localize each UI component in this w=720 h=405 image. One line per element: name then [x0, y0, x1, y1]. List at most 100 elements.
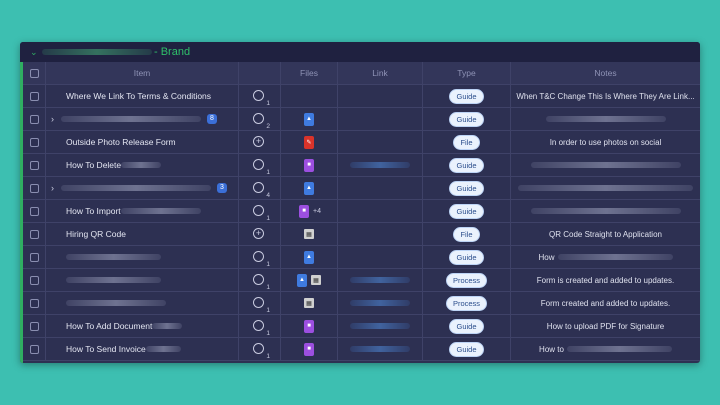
files-cell[interactable]: ▲ ▦ — [281, 269, 338, 291]
google-drive-file-icon[interactable]: ▲ — [304, 181, 314, 195]
row-checkbox[interactable] — [29, 252, 39, 262]
notes-cell[interactable] — [511, 200, 700, 222]
type-label[interactable]: Guide — [449, 341, 484, 357]
files-cell[interactable]: ▲ — [281, 177, 338, 199]
chevron-right-icon[interactable]: › — [51, 114, 61, 124]
item-cell[interactable]: How To Send Invoice — [46, 338, 239, 360]
notes-cell[interactable]: How — [511, 246, 700, 268]
item-cell[interactable]: Outside Photo Release Form — [46, 131, 239, 153]
files-cell[interactable] — [281, 85, 338, 107]
item-cell[interactable]: › 3 — [46, 177, 239, 199]
files-cell[interactable]: ■ +4 — [281, 200, 338, 222]
row-checkbox[interactable] — [29, 91, 39, 101]
link-cell[interactable] — [338, 246, 423, 268]
video-file-icon[interactable]: ■ — [304, 342, 314, 356]
group-header[interactable]: ⌄ - Brand — [20, 42, 700, 62]
files-cell[interactable]: ■ — [281, 154, 338, 176]
notes-cell[interactable]: Form is created and added to updates. — [511, 269, 700, 291]
link-cell[interactable] — [338, 315, 423, 337]
notes-cell[interactable]: Form created and added to updates. — [511, 292, 700, 314]
notes-cell[interactable] — [511, 108, 700, 130]
table-row[interactable]: How To Add Document 1 ■ Guide How to upload … — [23, 315, 700, 338]
files-cell[interactable]: ■ — [281, 315, 338, 337]
files-cell[interactable]: ✎ — [281, 131, 338, 153]
updates-icon[interactable]: 1 — [253, 158, 270, 176]
type-label[interactable]: Process — [445, 272, 488, 288]
link-cell[interactable] — [338, 269, 423, 291]
qr-code-file-icon[interactable]: ▦ — [304, 229, 314, 239]
link-cell[interactable] — [338, 177, 423, 199]
add-update-icon[interactable]: + — [253, 227, 266, 241]
type-label[interactable]: Guide — [449, 249, 484, 265]
type-label[interactable]: File — [453, 134, 480, 150]
updates-icon[interactable]: 1 — [253, 89, 270, 107]
row-checkbox[interactable] — [29, 137, 39, 147]
google-drive-file-icon[interactable]: ▲ — [304, 112, 314, 126]
link-cell[interactable] — [338, 223, 423, 245]
redacted-link[interactable] — [350, 346, 410, 352]
column-header-type[interactable]: Type — [423, 62, 511, 84]
row-checkbox[interactable] — [29, 114, 39, 124]
more-files-count[interactable]: +4 — [313, 208, 321, 215]
item-cell[interactable]: Hiring QR Code — [46, 223, 239, 245]
files-cell[interactable]: ▦ — [281, 223, 338, 245]
type-label[interactable]: File — [453, 226, 480, 242]
updates-icon[interactable]: 1 — [253, 204, 270, 222]
table-row[interactable]: › 3 4 ▲ Guide — [23, 177, 700, 200]
updates-icon[interactable]: 1 — [253, 319, 270, 337]
type-label[interactable]: Guide — [449, 157, 484, 173]
type-label[interactable]: Guide — [449, 111, 484, 127]
table-row[interactable]: 1 ▲ ▦ Process Form is created and added to u… — [23, 269, 700, 292]
notes-cell[interactable]: In order to use photos on social — [511, 131, 700, 153]
row-checkbox[interactable] — [29, 344, 39, 354]
row-checkbox[interactable] — [29, 275, 39, 285]
video-file-icon[interactable]: ■ — [304, 319, 314, 333]
row-checkbox[interactable] — [29, 183, 39, 193]
pdf-file-icon[interactable]: ✎ — [304, 135, 314, 149]
files-cell[interactable]: ▲ — [281, 246, 338, 268]
video-file-icon[interactable]: ■ — [304, 158, 314, 172]
table-row[interactable]: 1 ▲ Guide How — [23, 246, 700, 269]
row-checkbox[interactable] — [29, 298, 39, 308]
link-cell[interactable] — [338, 85, 423, 107]
google-drive-file-icon[interactable]: ▲ — [297, 273, 307, 287]
updates-icon[interactable]: 1 — [253, 342, 270, 360]
type-label[interactable]: Process — [445, 295, 488, 311]
files-cell[interactable]: ■ — [281, 338, 338, 360]
qr-code-file-icon[interactable]: ▦ — [311, 275, 321, 285]
chevron-right-icon[interactable]: › — [51, 183, 61, 193]
select-all-checkbox[interactable] — [29, 68, 39, 78]
add-update-icon[interactable]: + — [253, 135, 266, 149]
updates-icon[interactable]: 4 — [253, 181, 270, 199]
table-row[interactable]: Outside Photo Release Form + ✎ File In order… — [23, 131, 700, 154]
item-cell[interactable] — [46, 246, 239, 268]
row-checkbox[interactable] — [29, 206, 39, 216]
notes-cell[interactable]: How to — [511, 338, 700, 360]
table-row[interactable]: How To Delete 1 ■ Guide — [23, 154, 700, 177]
updates-icon[interactable]: 1 — [253, 296, 270, 314]
table-row[interactable]: How To Send Invoice 1 ■ Guide How to — [23, 338, 700, 361]
table-row[interactable]: How To Import 1 ■ +4 Guide — [23, 200, 700, 223]
link-cell[interactable] — [338, 154, 423, 176]
redacted-link[interactable] — [350, 300, 410, 306]
item-cell[interactable]: Where We Link To Terms & Conditions — [46, 85, 239, 107]
item-cell[interactable] — [46, 292, 239, 314]
updates-icon[interactable]: 1 — [253, 273, 270, 291]
column-header-item[interactable]: Item — [46, 62, 239, 84]
table-row[interactable]: › 8 2 ▲ Guide — [23, 108, 700, 131]
notes-cell[interactable]: QR Code Straight to Application — [511, 223, 700, 245]
table-row[interactable]: 1 ▦ Process Form created and added to updat… — [23, 292, 700, 315]
type-label[interactable]: Guide — [449, 203, 484, 219]
link-cell[interactable] — [338, 292, 423, 314]
video-file-icon[interactable]: ■ — [299, 204, 309, 218]
table-row[interactable]: Where We Link To Terms & Conditions 1 Guid… — [23, 85, 700, 108]
item-cell[interactable]: How To Delete — [46, 154, 239, 176]
column-header-files[interactable]: Files — [281, 62, 338, 84]
table-row[interactable]: Hiring QR Code + ▦ File QR Code Straight to … — [23, 223, 700, 246]
row-checkbox[interactable] — [29, 160, 39, 170]
chevron-down-icon[interactable]: ⌄ — [30, 47, 40, 58]
type-label[interactable]: Guide — [449, 88, 484, 104]
type-label[interactable]: Guide — [449, 180, 484, 196]
item-cell[interactable] — [46, 269, 239, 291]
google-drive-file-icon[interactable]: ▲ — [304, 250, 314, 264]
